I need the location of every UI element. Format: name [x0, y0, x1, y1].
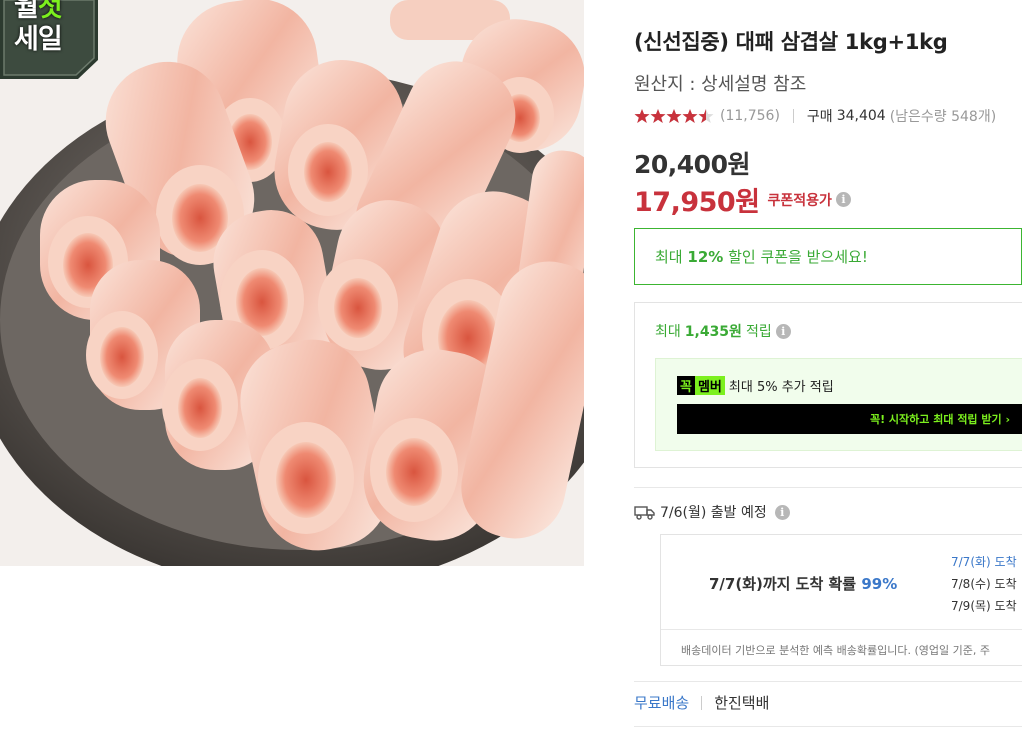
product-origin: 원산지 : 상세설명 참조: [634, 74, 807, 95]
membership-signup-button[interactable]: 꼭! 시작하고 최대 적립 받기 ›: [677, 404, 1022, 434]
badge-line-1: 월첫: [14, 0, 63, 23]
arrival-option: 7/8(수) 도착: [951, 577, 1017, 591]
star-icon: [666, 108, 682, 124]
sale-price-row: 17,950원 쿠폰적용가 i: [634, 180, 851, 219]
remaining-quantity: (남은수량 548개): [889, 109, 997, 125]
membership-text: 최대 5% 추가 적립: [728, 380, 834, 395]
info-icon[interactable]: i: [835, 192, 851, 207]
membership-logo-part-1: 꼭: [677, 376, 695, 395]
product-title: (신선집중) 대패 삼겹살 1kg+1kg: [634, 30, 948, 54]
divider: [701, 695, 703, 710]
reward-section: 최대 1,435원 적립 i 꼭 멤버 최대 5% 추가 적립 꼭! 시작하고 최…: [634, 302, 1022, 468]
star-icon: [698, 108, 714, 124]
membership-line: 꼭 멤버 최대 5% 추가 적립: [677, 376, 834, 395]
membership-promo: 꼭 멤버 최대 5% 추가 적립 꼭! 시작하고 최대 적립 받기 ›: [655, 358, 1022, 451]
truck-icon: [634, 506, 655, 520]
arrival-date-list: 7/7(화) 도착 7/8(수) 도착 7/9(목) 도착: [951, 551, 1017, 617]
original-price: 20,400원: [634, 150, 750, 179]
arrival-probability-text: 7/7(화)까지 도착 확률: [709, 575, 857, 593]
arrival-note: 배송데이터 기반으로 분석한 예측 배송확률입니다. (영업일 기준, 주: [661, 629, 1022, 667]
coupon-banner-prefix: 최대: [655, 248, 683, 266]
coupon-banner-percent: 12%: [687, 248, 724, 266]
reward-amount: 1,435원: [684, 324, 742, 340]
membership-logo-part-2: 멤버: [694, 376, 725, 395]
rating-row: (11,756) 구매 34,404 (남은수량 548개): [634, 106, 996, 126]
arrival-probability-percent: 99%: [861, 575, 898, 593]
purchase-label: 구매: [806, 109, 833, 125]
free-shipping-label: 무료배송: [634, 694, 690, 712]
delivery-row: 무료배송 한진택배: [634, 692, 769, 713]
arrival-option: 7/9(목) 도착: [951, 599, 1017, 613]
reward-prefix: 최대: [655, 324, 681, 340]
review-count-link[interactable]: (11,756): [720, 108, 780, 124]
coupon-price-label: 쿠폰적용가: [767, 192, 832, 209]
rating-stars[interactable]: [634, 108, 714, 124]
arrival-probability-box: 7/7(화)까지 도착 확률 99% 7/7(화) 도착 7/8(수) 도착 7…: [660, 534, 1022, 666]
departure-row: 7/6(월) 출발 예정 i: [634, 502, 790, 522]
purchase-count: 34,404: [836, 108, 886, 124]
sale-price: 17,950원: [634, 187, 760, 218]
star-icon: [634, 108, 650, 124]
coupon-banner[interactable]: 최대 12% 할인 쿠폰을 받으세요!: [634, 228, 1022, 285]
info-icon[interactable]: i: [774, 504, 790, 520]
arrival-probability: 7/7(화)까지 도착 확률 99%: [709, 573, 897, 594]
section-divider: [634, 681, 1022, 682]
badge-line-2: 세일: [14, 24, 63, 55]
departure-date: 7/6(월) 출발 예정: [660, 505, 767, 521]
reward-suffix: 적립: [745, 324, 772, 340]
divider: [792, 109, 794, 123]
section-divider: [634, 487, 1022, 488]
promo-badge: 월첫 세일: [0, 0, 98, 79]
courier-name: 한진택배: [714, 694, 770, 712]
membership-logo: 꼭 멤버: [677, 376, 725, 395]
star-icon: [650, 108, 666, 124]
section-divider: [634, 726, 1022, 727]
product-info-panel: (신선집중) 대패 삼겹살 1kg+1kg 원산지 : 상세설명 참조 (11,…: [634, 0, 1022, 731]
arrival-option: 7/7(화) 도착: [951, 555, 1017, 569]
info-icon[interactable]: i: [775, 323, 791, 339]
reward-summary: 최대 1,435원 적립 i: [655, 321, 791, 341]
star-icon: [682, 108, 698, 124]
product-image[interactable]: 월첫 세일: [0, 0, 584, 566]
coupon-banner-suffix: 할인 쿠폰을 받으세요!: [728, 248, 868, 266]
